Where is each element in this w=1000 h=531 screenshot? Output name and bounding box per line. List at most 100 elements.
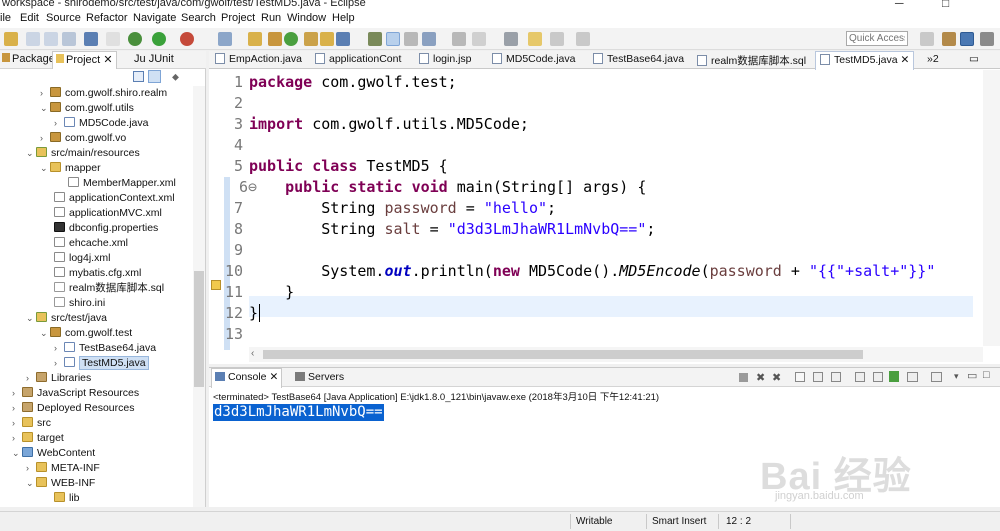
menu-project[interactable]: Project	[221, 12, 255, 24]
show-on-output-icon[interactable]	[855, 372, 865, 382]
menu-search[interactable]: Search	[181, 12, 216, 24]
new-java-project-icon[interactable]	[248, 32, 262, 46]
tree-item[interactable]: › com.gwolf.shiro.realm	[40, 86, 167, 101]
debug-perspective-icon[interactable]	[980, 32, 994, 46]
chevron-down-icon[interactable]: ⌄	[12, 446, 22, 461]
block-selection-icon[interactable]	[404, 32, 418, 46]
open-console-icon[interactable]	[931, 372, 942, 382]
save-icon[interactable]	[26, 32, 40, 46]
external-tools-icon[interactable]	[180, 32, 194, 46]
last-edit-icon[interactable]	[528, 32, 542, 46]
menu-navigate[interactable]: Navigate	[133, 12, 176, 24]
toggle-icon[interactable]	[106, 32, 120, 46]
chevron-down-icon[interactable]: ⌄	[40, 326, 50, 341]
back-icon[interactable]	[550, 32, 564, 46]
tree-item[interactable]: › JavaScript Resources	[12, 386, 139, 401]
minimize-view-icon[interactable]: ▭	[967, 369, 977, 382]
prev-annotation-icon[interactable]	[472, 32, 486, 46]
tree-item[interactable]: shiro.ini	[54, 296, 105, 311]
tab-realm-sql[interactable]: realm数据库脚本.sql	[697, 53, 806, 68]
menu-run[interactable]: Run	[261, 12, 281, 24]
run-icon[interactable]	[152, 32, 166, 46]
tab-project-explorer[interactable]: Project ✕	[52, 51, 117, 69]
editor-vertical-scrollbar[interactable]	[983, 70, 1000, 346]
save-all-icon[interactable]	[44, 32, 58, 46]
tree-item[interactable]: ⌄ src/test/java	[26, 311, 107, 326]
clear-console-icon[interactable]	[795, 372, 805, 382]
open-perspective-icon[interactable]	[920, 32, 934, 46]
tree-item[interactable]: › target	[12, 431, 64, 446]
terminate-icon[interactable]	[739, 373, 748, 382]
tree-item[interactable]: ⌄ com.gwolf.utils	[40, 101, 134, 116]
chevron-down-icon[interactable]: ⌄	[26, 476, 36, 491]
search-icon[interactable]	[218, 32, 232, 46]
pin-console-icon[interactable]	[889, 371, 899, 382]
tree-item[interactable]: › Libraries	[26, 371, 91, 386]
tree-item[interactable]: dbconfig.properties	[54, 221, 158, 236]
new-icon[interactable]	[4, 32, 18, 46]
tree-item[interactable]: mybatis.cfg.xml	[54, 266, 141, 281]
tab-md5code[interactable]: MD5Code.java	[492, 53, 575, 65]
open-console-icon[interactable]	[84, 32, 98, 46]
tab-applicationcont[interactable]: applicationCont	[315, 53, 401, 65]
word-wrap-icon[interactable]	[831, 372, 841, 382]
explorer-scrollbar[interactable]	[193, 86, 205, 507]
tree-item[interactable]: › TestBase64.java	[54, 341, 156, 356]
maximize-view-icon[interactable]: □	[983, 369, 990, 381]
remove-launch-icon[interactable]: ✖	[756, 371, 765, 384]
tree-item-selected[interactable]: › TestMD5.java	[54, 356, 149, 371]
tree-item[interactable]: applicationMVC.xml	[54, 206, 162, 221]
menu-refactor[interactable]: Refactor	[86, 12, 128, 24]
chevron-right-icon[interactable]: ›	[54, 356, 64, 371]
chevron-right-icon[interactable]: ›	[54, 116, 64, 131]
explorer-scroll-thumb[interactable]	[194, 271, 204, 387]
minimize-button[interactable]: ─	[895, 0, 904, 10]
tree-item[interactable]: applicationContext.xml	[54, 191, 175, 206]
tree-item[interactable]: ⌄ WebContent	[12, 446, 95, 461]
view-menu-icon[interactable]: ⬥	[172, 72, 179, 83]
pin-editor-icon[interactable]	[452, 32, 466, 46]
chevron-right-icon[interactable]: ›	[12, 401, 22, 416]
maximize-button[interactable]: □	[942, 0, 949, 10]
chevron-down-icon[interactable]: ⌄	[26, 311, 36, 326]
tree-item[interactable]: › META-INF	[26, 461, 100, 476]
tree-item[interactable]: MemberMapper.xml	[68, 176, 176, 191]
next-annotation-icon[interactable]	[504, 32, 518, 46]
chevron-right-icon[interactable]: ›	[40, 86, 50, 101]
minimize-editor-icon[interactable]: ▭	[969, 53, 979, 65]
editor-hscroll-thumb[interactable]	[263, 350, 863, 359]
chevron-down-icon[interactable]: ⌄	[26, 146, 36, 161]
chevron-down-icon[interactable]: ⌄	[40, 101, 50, 116]
open-type-icon[interactable]	[304, 32, 318, 46]
menu-source[interactable]: Source	[46, 12, 81, 24]
print-icon[interactable]	[62, 32, 76, 46]
chevron-right-icon[interactable]: ›	[40, 131, 50, 146]
tree-item[interactable]: › MD5Code.java	[54, 116, 148, 131]
quick-access-input[interactable]	[846, 31, 908, 46]
chevron-down-icon[interactable]: ⌄	[40, 161, 50, 176]
java-perspective-icon[interactable]	[960, 32, 974, 46]
tab-package-explorer[interactable]: Package	[2, 53, 55, 65]
tree-item[interactable]: › com.gwolf.vo	[40, 131, 126, 146]
menu-window[interactable]: Window	[287, 12, 326, 24]
display-console-icon[interactable]	[907, 372, 918, 382]
remove-all-icon[interactable]: ✖	[772, 371, 781, 384]
close-icon[interactable]: ✕	[103, 54, 112, 66]
show-whitespace-icon[interactable]	[422, 32, 436, 46]
tab-testmd5[interactable]: TestMD5.java ✕	[815, 51, 915, 70]
forward-icon[interactable]	[576, 32, 590, 46]
tab-empaction[interactable]: EmpAction.java	[215, 53, 302, 65]
tree-item[interactable]: ⌄ mapper	[40, 161, 101, 176]
tab-console[interactable]: Console ✕	[211, 368, 283, 388]
mark-occurrences-icon[interactable]	[386, 32, 400, 46]
java-ee-perspective-icon[interactable]	[942, 32, 956, 46]
console-output-selection[interactable]: d3d3LmJhaWR1LmNvbQ==	[213, 404, 384, 421]
chevron-right-icon[interactable]: ›	[12, 416, 22, 431]
tree-item[interactable]: ehcache.xml	[54, 236, 128, 251]
chevron-right-icon[interactable]: ›	[12, 431, 22, 446]
tab-servers[interactable]: Servers	[295, 371, 344, 383]
new-class-icon[interactable]	[284, 32, 298, 46]
tree-item[interactable]: › src	[12, 416, 51, 431]
show-on-error-icon[interactable]	[873, 372, 883, 382]
tab-login-jsp[interactable]: login.jsp	[419, 53, 472, 65]
